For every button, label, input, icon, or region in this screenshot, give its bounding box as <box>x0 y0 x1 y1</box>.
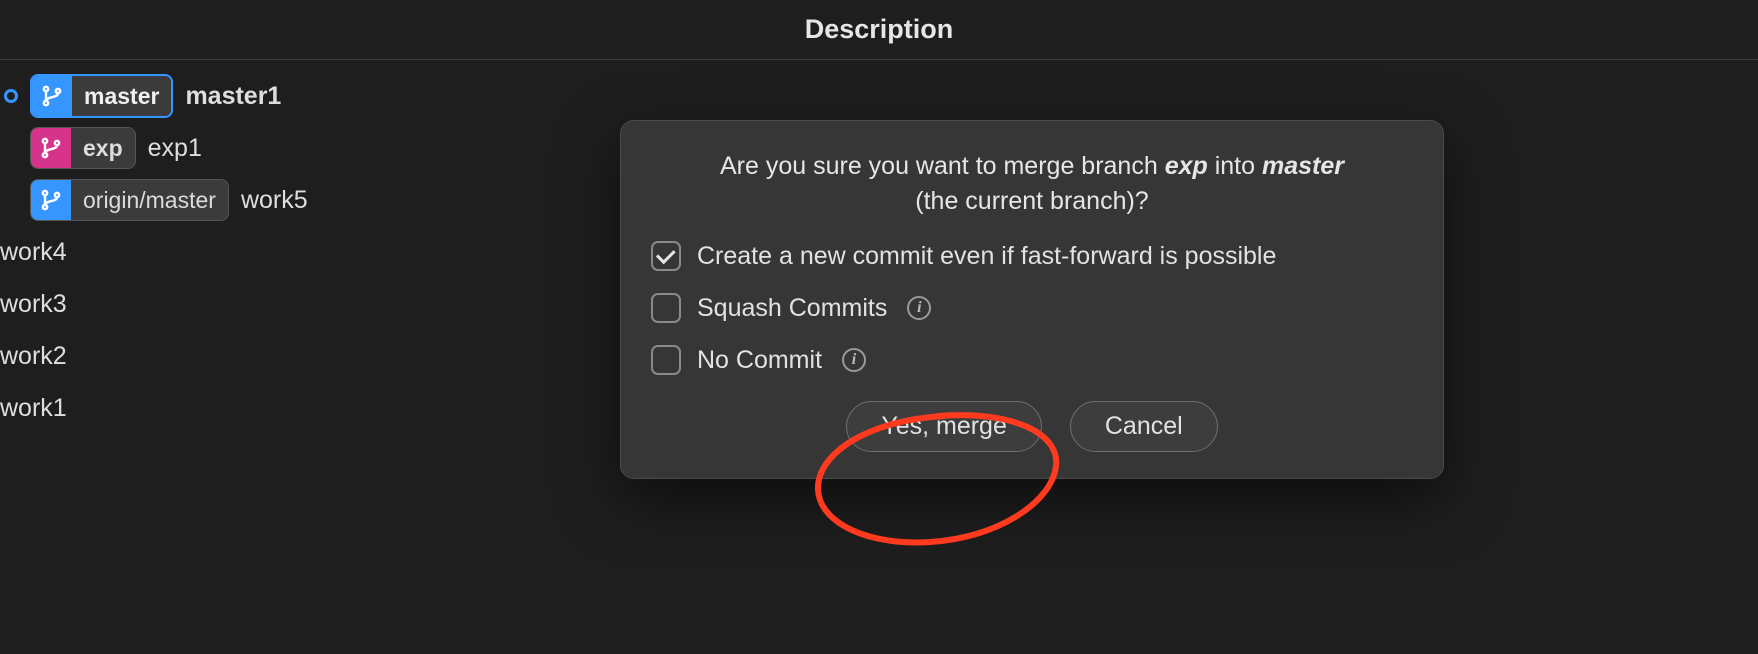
branch-badge-label: origin/master <box>71 180 228 220</box>
commit-message: work3 <box>0 290 67 319</box>
commit-row[interactable]: origin/master work5 <box>0 174 500 226</box>
commit-message: master1 <box>185 82 281 111</box>
info-icon[interactable]: i <box>842 348 866 372</box>
option-label: No Commit <box>697 346 822 375</box>
option-label: Squash Commits <box>697 294 887 323</box>
checkbox[interactable] <box>651 293 681 323</box>
branch-badge-master[interactable]: master <box>30 74 173 118</box>
git-branch-icon <box>31 180 71 220</box>
column-header: Description <box>0 0 1758 60</box>
graph-node <box>0 89 18 103</box>
commit-message: work4 <box>0 238 67 267</box>
target-branch-name: master <box>1262 152 1344 180</box>
commit-row[interactable]: master master1 <box>0 70 500 122</box>
commit-row[interactable]: exp exp1 <box>0 122 500 174</box>
commit-row[interactable]: work1 <box>0 382 500 434</box>
prompt-text: (the current branch)? <box>915 187 1148 215</box>
dialog-question: Are you sure you want to merge branch ex… <box>651 149 1413 219</box>
prompt-text: Are you sure you want to merge branch <box>720 152 1165 180</box>
content-area: master master1 exp exp1 origin/master <box>0 60 1758 654</box>
source-branch-name: exp <box>1165 152 1208 180</box>
option-no-fast-forward[interactable]: Create a new commit even if fast-forward… <box>651 241 1413 271</box>
checkbox[interactable] <box>651 241 681 271</box>
option-no-commit[interactable]: No Commit i <box>651 345 1413 375</box>
yes-merge-button[interactable]: Yes, merge <box>846 401 1042 452</box>
branch-badge-exp[interactable]: exp <box>30 127 136 169</box>
commit-row[interactable]: work3 <box>0 278 500 330</box>
checkbox[interactable] <box>651 345 681 375</box>
commit-message: work1 <box>0 394 67 423</box>
branch-badge-origin-master[interactable]: origin/master <box>30 179 229 221</box>
commit-message: work2 <box>0 342 67 371</box>
commit-list: master master1 exp exp1 origin/master <box>0 70 500 434</box>
branch-badge-label: master <box>72 76 171 116</box>
option-squash-commits[interactable]: Squash Commits i <box>651 293 1413 323</box>
dialog-button-row: Yes, merge Cancel <box>651 401 1413 452</box>
branch-badge-label: exp <box>71 128 135 168</box>
info-icon[interactable]: i <box>907 296 931 320</box>
git-branch-icon <box>32 76 72 116</box>
commit-row[interactable]: work4 <box>0 226 500 278</box>
cancel-button[interactable]: Cancel <box>1070 401 1218 452</box>
option-label: Create a new commit even if fast-forward… <box>697 242 1276 271</box>
commit-row[interactable]: work2 <box>0 330 500 382</box>
commit-message: work5 <box>241 186 308 215</box>
merge-confirm-dialog: Are you sure you want to merge branch ex… <box>620 120 1444 479</box>
prompt-text: into <box>1208 152 1262 180</box>
git-branch-icon <box>31 128 71 168</box>
commit-message: exp1 <box>148 134 202 163</box>
description-column-title: Description <box>805 14 954 45</box>
